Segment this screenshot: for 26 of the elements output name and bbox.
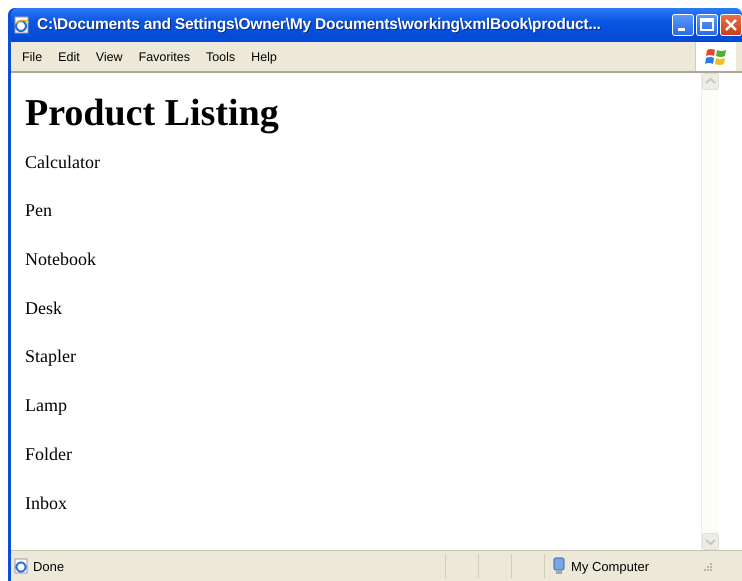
page-icon (13, 16, 31, 34)
menu-item[interactable]: View (88, 50, 131, 64)
maximize-button[interactable] (696, 14, 718, 36)
product-item: Folder (25, 442, 73, 466)
security-zone: My Computer (571, 558, 650, 574)
window-title: C:\Documents and Settings\Owner\My Documents\working\xmlBook\product... (37, 16, 602, 34)
product-item: Desk (25, 296, 63, 320)
menu-item[interactable]: Tools (198, 50, 244, 64)
product-item: Notebook (25, 248, 97, 271)
minimize-icon (678, 28, 684, 30)
menu-item[interactable]: Favorites (130, 50, 198, 64)
menu-item[interactable]: Help (243, 50, 285, 64)
menu-item[interactable]: Edit (50, 50, 88, 64)
product-item: Inbox (25, 492, 68, 515)
computer-icon (551, 557, 567, 575)
resize-grip-icon[interactable] (701, 560, 713, 572)
product-item: Pen (25, 199, 53, 222)
status-text: Done (33, 558, 64, 574)
product-item: Stapler (25, 345, 77, 368)
product-item: Lamp (25, 394, 68, 418)
close-button[interactable] (720, 14, 742, 36)
product-item: Calculator (25, 150, 101, 174)
page-heading: Product Listing (25, 91, 280, 136)
minimize-button[interactable] (672, 14, 694, 36)
menu-item[interactable]: File (14, 50, 50, 64)
page-icon (13, 558, 29, 574)
